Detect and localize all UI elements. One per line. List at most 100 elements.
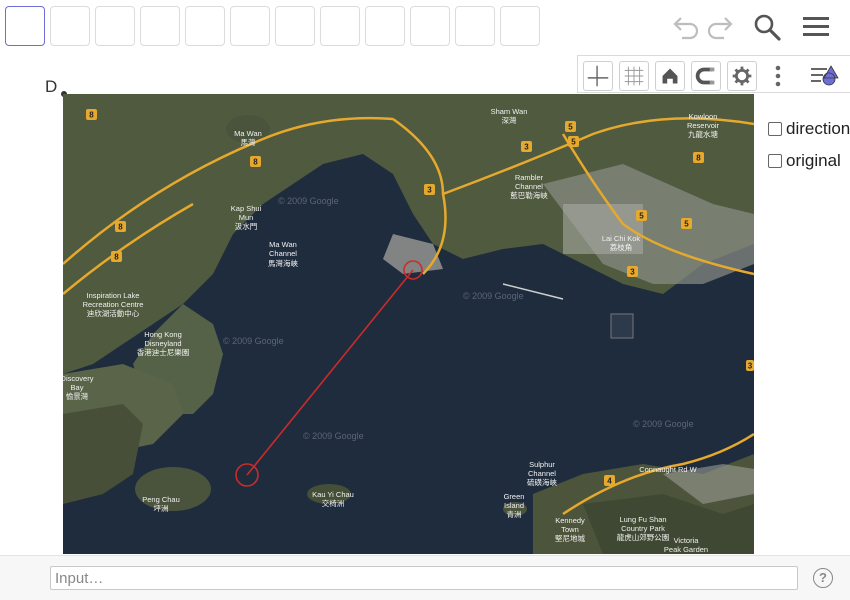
tool-slot-5[interactable]	[185, 6, 225, 46]
tool-slot-12[interactable]	[500, 6, 540, 46]
direction-checkbox[interactable]	[768, 122, 782, 136]
svg-text:Channel: Channel	[528, 469, 556, 478]
top-toolbar	[0, 0, 850, 54]
svg-text:青洲: 青洲	[507, 509, 522, 519]
svg-text:3: 3	[748, 362, 753, 371]
svg-text:Ma Wan: Ma Wan	[269, 240, 297, 249]
svg-text:© 2009 Google: © 2009 Google	[633, 419, 694, 429]
direction-checkbox-row[interactable]: direction	[768, 119, 850, 139]
menu-icon[interactable]	[799, 10, 833, 44]
svg-text:Connaught Rd W: Connaught Rd W	[639, 465, 697, 474]
svg-text:5: 5	[684, 220, 689, 229]
svg-text:Island: Island	[504, 501, 524, 510]
svg-text:愉景灣: 愉景灣	[66, 391, 89, 401]
svg-text:Rambler: Rambler	[515, 173, 544, 182]
help-icon[interactable]: ?	[813, 568, 833, 588]
tool-slot-1[interactable]	[5, 6, 45, 46]
svg-text:Inspiration Lake: Inspiration Lake	[87, 291, 140, 300]
svg-text:交椅洲: 交椅洲	[322, 498, 345, 508]
grid-toggle-icon[interactable]	[619, 61, 649, 91]
svg-text:Bay: Bay	[71, 383, 84, 392]
svg-text:Green: Green	[504, 492, 525, 501]
svg-text:© 2009 Google: © 2009 Google	[223, 336, 284, 346]
svg-text:Kau Yi Chau: Kau Yi Chau	[312, 490, 354, 499]
home-view-icon[interactable]	[655, 61, 685, 91]
svg-text:8: 8	[253, 158, 258, 167]
svg-text:Kennedy: Kennedy	[555, 516, 585, 525]
svg-text:荔枝角: 荔枝角	[610, 242, 633, 252]
tool-slot-8[interactable]	[320, 6, 360, 46]
tool-slot-7[interactable]	[275, 6, 315, 46]
svg-text:Ma Wan: Ma Wan	[234, 129, 262, 138]
svg-text:Channel: Channel	[515, 182, 543, 191]
direction-checkbox-label[interactable]: direction	[786, 119, 850, 139]
satellite-map-image: 8 8 8 8 3 3 3 5 5 5 5 8 4 3 Ma Wan馬灣 Ma …	[63, 94, 754, 554]
svg-text:8: 8	[118, 223, 123, 232]
tool-slot-10[interactable]	[410, 6, 450, 46]
svg-text:Recreation Centre: Recreation Centre	[83, 300, 144, 309]
svg-text:4: 4	[607, 477, 612, 486]
svg-text:5: 5	[568, 123, 573, 132]
svg-text:Channel: Channel	[269, 249, 297, 258]
svg-text:© 2009 Google: © 2009 Google	[303, 431, 364, 441]
tool-slot-3[interactable]	[95, 6, 135, 46]
svg-text:3: 3	[427, 186, 432, 195]
svg-text:Hong Kong: Hong Kong	[144, 330, 182, 339]
svg-text:Disneyland: Disneyland	[144, 339, 181, 348]
graphics-style-bar	[577, 55, 850, 93]
svg-text:Discovery: Discovery	[63, 374, 94, 383]
svg-text:迪欣湖活動中心: 迪欣湖活動中心	[87, 308, 140, 318]
original-checkbox[interactable]	[768, 154, 782, 168]
tool-slot-11[interactable]	[455, 6, 495, 46]
svg-text:3: 3	[630, 268, 635, 277]
svg-text:堅尼地城: 堅尼地城	[555, 533, 585, 543]
settings-gear-icon[interactable]	[727, 61, 757, 91]
tool-slot-9[interactable]	[365, 6, 405, 46]
point-label-d: D	[45, 77, 58, 96]
more-options-icon[interactable]	[770, 61, 786, 91]
svg-text:坪洲: 坪洲	[154, 504, 169, 513]
svg-text:Lai Chi Kok: Lai Chi Kok	[602, 234, 641, 243]
svg-text:汲水門: 汲水門	[235, 221, 258, 231]
svg-text:Reservoir: Reservoir	[687, 121, 720, 130]
svg-text:5: 5	[639, 212, 644, 221]
svg-text:Town: Town	[561, 525, 579, 534]
redo-icon[interactable]	[704, 10, 738, 44]
svg-text:Victoria: Victoria	[674, 536, 700, 545]
svg-text:Peng Chau: Peng Chau	[142, 495, 180, 504]
style-bar-toggle-icon[interactable]	[808, 60, 842, 90]
svg-text:Kowloon: Kowloon	[689, 112, 718, 121]
snap-magnet-icon[interactable]	[691, 61, 721, 91]
original-checkbox-label[interactable]: original	[786, 151, 841, 171]
svg-text:Kap Shui: Kap Shui	[231, 204, 262, 213]
svg-text:8: 8	[114, 253, 119, 262]
axes-toggle-icon[interactable]	[583, 61, 613, 91]
svg-text:8: 8	[696, 154, 701, 163]
svg-text:Sulphur: Sulphur	[529, 460, 555, 469]
svg-text:龍虎山郊野公園: 龍虎山郊野公園	[617, 532, 670, 542]
search-icon[interactable]	[750, 10, 784, 44]
svg-text:Lung Fu Shan: Lung Fu Shan	[619, 515, 666, 524]
svg-text:Mun: Mun	[239, 213, 254, 222]
svg-text:Sham Wan: Sham Wan	[491, 107, 528, 116]
svg-text:8: 8	[89, 111, 94, 120]
svg-text:© 2009 Google: © 2009 Google	[278, 196, 339, 206]
original-checkbox-row[interactable]: original	[768, 151, 841, 171]
svg-text:馬灣: 馬灣	[241, 137, 256, 147]
svg-text:深灣: 深灣	[502, 115, 517, 125]
svg-text:3: 3	[524, 143, 529, 152]
svg-text:藍巴勒海峽: 藍巴勒海峽	[510, 190, 548, 200]
svg-text:© 2009 Google: © 2009 Google	[463, 291, 524, 301]
svg-text:九龍水塘: 九龍水塘	[688, 129, 718, 139]
tool-slot-4[interactable]	[140, 6, 180, 46]
svg-text:Country Park: Country Park	[621, 524, 665, 533]
undo-icon[interactable]	[668, 10, 702, 44]
svg-text:香港迪士尼樂園: 香港迪士尼樂園	[137, 347, 190, 357]
svg-text:硫磺海峽: 硫磺海峽	[527, 477, 557, 487]
tool-slot-6[interactable]	[230, 6, 270, 46]
input-bar: Input… ?	[0, 555, 850, 600]
tool-slot-2[interactable]	[50, 6, 90, 46]
svg-text:5: 5	[571, 138, 576, 147]
svg-text:馬灣海峽: 馬灣海峽	[268, 258, 298, 268]
algebra-input-field[interactable]: Input…	[50, 566, 798, 590]
